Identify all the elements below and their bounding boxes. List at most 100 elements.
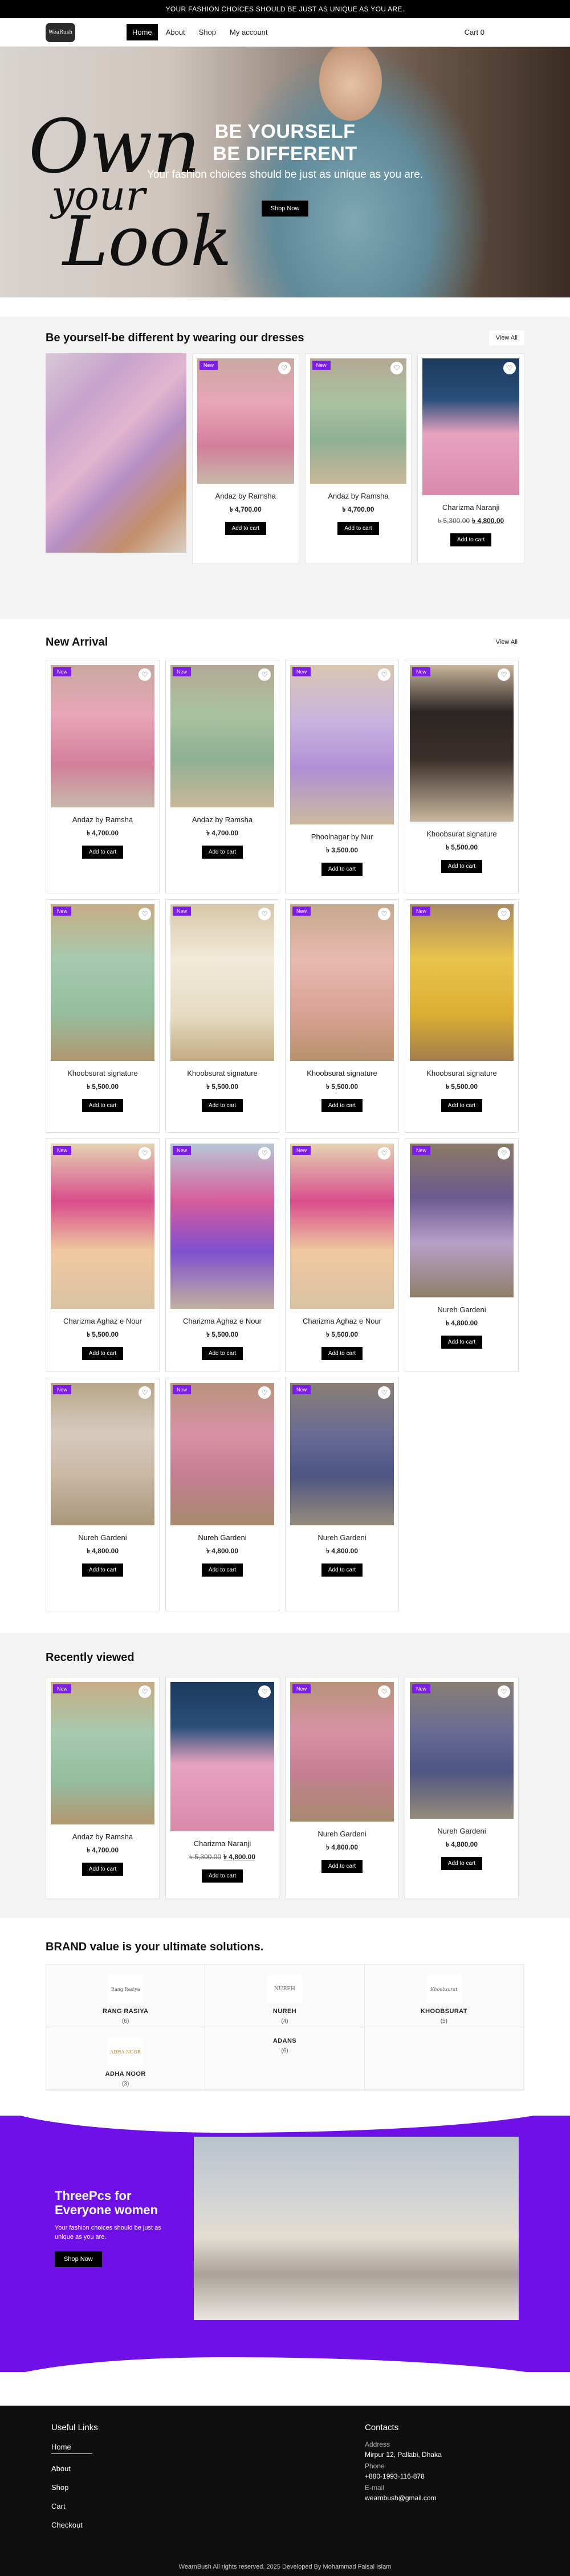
add-to-cart-button[interactable]: Add to cart bbox=[321, 1347, 363, 1360]
nav-about[interactable]: About bbox=[160, 24, 191, 40]
wishlist-heart-icon[interactable]: ♡ bbox=[139, 908, 151, 920]
product-card[interactable]: New ♡ Khoobsurat signature ৳ 5,500.00 Add to… bbox=[405, 660, 519, 893]
product-name[interactable]: Nureh Gardeni bbox=[405, 1827, 518, 1835]
brand-name[interactable]: ADHA NOOR bbox=[46, 2071, 205, 2077]
product-name[interactable]: Khoobsurat signature bbox=[166, 1069, 279, 1077]
wishlist-heart-icon[interactable]: ♡ bbox=[503, 362, 516, 374]
brand-name[interactable]: NUREH bbox=[205, 2008, 364, 2015]
product-image[interactable]: New ♡ bbox=[290, 665, 394, 824]
brand-card[interactable]: ADANS (6) bbox=[205, 2027, 365, 2090]
add-to-cart-button[interactable]: Add to cart bbox=[450, 533, 492, 546]
product-card[interactable]: ♡ Charizma Naranji ৳ 5,300.00 ৳ 4,800.00 … bbox=[165, 1677, 279, 1899]
product-card[interactable]: New ♡ Charizma Aghaz e Nour ৳ 5,500.00 Add t… bbox=[165, 1138, 279, 1372]
product-name[interactable]: Nureh Gardeni bbox=[286, 1533, 398, 1542]
product-name[interactable]: Khoobsurat signature bbox=[405, 830, 518, 838]
wishlist-heart-icon[interactable]: ♡ bbox=[278, 362, 291, 374]
add-to-cart-button[interactable]: Add to cart bbox=[441, 1099, 483, 1112]
product-name[interactable]: Charizma Aghaz e Nour bbox=[46, 1317, 159, 1325]
nav-shop[interactable]: Shop bbox=[193, 24, 222, 40]
footer-link-shop[interactable]: Shop bbox=[51, 2483, 98, 2492]
product-image[interactable]: New ♡ bbox=[290, 904, 394, 1061]
product-name[interactable]: Charizma Naranji bbox=[166, 1839, 279, 1848]
product-name[interactable]: Nureh Gardeni bbox=[405, 1305, 518, 1314]
add-to-cart-button[interactable]: Add to cart bbox=[337, 522, 379, 535]
product-image[interactable]: ♡ bbox=[170, 1682, 274, 1831]
product-card[interactable]: New ♡ Andaz by Ramsha ৳ 4,700.00 Add to c… bbox=[192, 353, 299, 564]
product-name[interactable]: Khoobsurat signature bbox=[405, 1069, 518, 1077]
product-image[interactable]: New ♡ bbox=[170, 1144, 274, 1309]
product-card[interactable]: New ♡ Khoobsurat signature ৳ 5,500.00 Add to… bbox=[46, 899, 160, 1133]
product-card[interactable]: New ♡ Nureh Gardeni ৳ 4,800.00 Add to cart bbox=[165, 1378, 279, 1611]
product-image[interactable]: New ♡ bbox=[410, 904, 514, 1061]
wishlist-heart-icon[interactable]: ♡ bbox=[498, 1685, 510, 1698]
product-card[interactable]: New ♡ Andaz by Ramsha ৳ 4,700.00 Add to c… bbox=[304, 353, 412, 564]
wishlist-heart-icon[interactable]: ♡ bbox=[390, 362, 404, 374]
hero-shop-now-button[interactable]: Shop Now bbox=[261, 201, 309, 217]
wishlist-heart-icon[interactable]: ♡ bbox=[498, 668, 510, 681]
product-card[interactable]: New ♡ Andaz by Ramsha ৳ 4,700.00 Add to cart bbox=[46, 660, 160, 893]
add-to-cart-button[interactable]: Add to cart bbox=[321, 863, 363, 876]
wishlist-heart-icon[interactable]: ♡ bbox=[258, 1147, 271, 1160]
product-image[interactable]: New ♡ bbox=[170, 665, 274, 807]
wishlist-heart-icon[interactable]: ♡ bbox=[139, 1147, 151, 1160]
brand-card[interactable]: Rang Rasiya RANG RASIYA (6) bbox=[46, 1965, 206, 2027]
brand-card[interactable]: ADHA NOOR ADHA NOOR (3) bbox=[46, 2027, 206, 2090]
wishlist-heart-icon[interactable]: ♡ bbox=[498, 908, 510, 920]
product-image[interactable]: New ♡ bbox=[310, 358, 407, 484]
add-to-cart-button[interactable]: Add to cart bbox=[225, 522, 266, 535]
wishlist-heart-icon[interactable]: ♡ bbox=[139, 668, 151, 681]
product-card[interactable]: New ♡ Andaz by Ramsha ৳ 4,700.00 Add to c… bbox=[46, 1677, 160, 1899]
add-to-cart-button[interactable]: Add to cart bbox=[441, 860, 483, 873]
product-card[interactable]: New ♡ Phoolnagar by Nur ৳ 3,500.00 Add to ca… bbox=[285, 660, 399, 893]
product-card[interactable]: New ♡ Charizma Aghaz e Nour ৳ 5,500.00 Add t… bbox=[46, 1138, 160, 1372]
add-to-cart-button[interactable]: Add to cart bbox=[82, 1863, 124, 1876]
product-image[interactable]: New ♡ bbox=[410, 1144, 514, 1297]
footer-link-cart[interactable]: Cart bbox=[51, 2502, 98, 2510]
product-name[interactable]: Andaz by Ramsha bbox=[193, 492, 299, 500]
brand-name[interactable]: ADANS bbox=[205, 2038, 364, 2044]
product-name[interactable]: Khoobsurat signature bbox=[46, 1069, 159, 1077]
product-image[interactable]: New ♡ bbox=[197, 358, 294, 484]
product-name[interactable]: Andaz by Ramsha bbox=[46, 815, 159, 824]
product-image[interactable]: New ♡ bbox=[410, 1682, 514, 1819]
wishlist-heart-icon[interactable]: ♡ bbox=[378, 1386, 390, 1399]
product-image[interactable]: New ♡ bbox=[51, 1383, 154, 1525]
product-image[interactable]: New ♡ bbox=[51, 1144, 154, 1309]
brand-name[interactable]: RANG RASIYA bbox=[46, 2008, 205, 2015]
product-name[interactable]: Andaz by Ramsha bbox=[46, 1832, 159, 1841]
promo-shop-now-button[interactable]: Shop Now bbox=[55, 2251, 102, 2267]
nav-home[interactable]: Home bbox=[127, 24, 158, 40]
product-card[interactable]: New ♡ Khoobsurat signature ৳ 5,500.00 Add to… bbox=[405, 899, 519, 1133]
product-image[interactable]: New ♡ bbox=[410, 665, 514, 822]
brand-name[interactable]: KHOOBSURAT bbox=[365, 2008, 523, 2015]
product-card[interactable]: New ♡ Nureh Gardeni ৳ 4,800.00 Add to car… bbox=[405, 1677, 519, 1899]
product-image[interactable]: New ♡ bbox=[290, 1383, 394, 1525]
add-to-cart-button[interactable]: Add to cart bbox=[82, 1347, 124, 1360]
product-image[interactable]: ♡ bbox=[422, 358, 519, 495]
product-image[interactable]: New ♡ bbox=[170, 1383, 274, 1525]
product-image[interactable]: New ♡ bbox=[51, 665, 154, 807]
product-card[interactable]: New ♡ Nureh Gardeni ৳ 4,800.00 Add to cart bbox=[285, 1378, 399, 1611]
wishlist-heart-icon[interactable]: ♡ bbox=[378, 1685, 390, 1698]
product-card[interactable]: New ♡ Nureh Gardeni ৳ 4,800.00 Add to cart bbox=[46, 1378, 160, 1611]
product-card[interactable]: New ♡ Khoobsurat signature ৳ 5,500.00 Add to… bbox=[165, 899, 279, 1133]
wishlist-heart-icon[interactable]: ♡ bbox=[378, 668, 390, 681]
add-to-cart-button[interactable]: Add to cart bbox=[321, 1860, 363, 1873]
footer-link-about[interactable]: About bbox=[51, 2464, 98, 2473]
wishlist-heart-icon[interactable]: ♡ bbox=[378, 908, 390, 920]
product-card[interactable]: New ♡ Charizma Aghaz e Nour ৳ 5,500.00 Add t… bbox=[285, 1138, 399, 1372]
wishlist-heart-icon[interactable]: ♡ bbox=[498, 1147, 510, 1160]
new-arrival-view-all-button[interactable]: View All bbox=[488, 635, 524, 650]
product-card[interactable]: New ♡ Nureh Gardeni ৳ 4,800.00 Add to car… bbox=[285, 1677, 399, 1899]
wishlist-heart-icon[interactable]: ♡ bbox=[258, 1386, 271, 1399]
product-image[interactable]: New ♡ bbox=[170, 904, 274, 1061]
phone-value[interactable]: +880-1993-116-878 bbox=[365, 2472, 442, 2480]
add-to-cart-button[interactable]: Add to cart bbox=[201, 1869, 243, 1883]
cart-link[interactable]: Cart 0 bbox=[465, 28, 484, 36]
wishlist-heart-icon[interactable]: ♡ bbox=[258, 1685, 271, 1698]
product-name[interactable]: Andaz by Ramsha bbox=[166, 815, 279, 824]
add-to-cart-button[interactable]: Add to cart bbox=[201, 1347, 243, 1360]
product-card[interactable]: New ♡ Nureh Gardeni ৳ 4,800.00 Add to cart bbox=[405, 1138, 519, 1372]
product-image[interactable]: New ♡ bbox=[51, 904, 154, 1061]
email-value[interactable]: wearnbush@gmail.com bbox=[365, 2494, 442, 2502]
